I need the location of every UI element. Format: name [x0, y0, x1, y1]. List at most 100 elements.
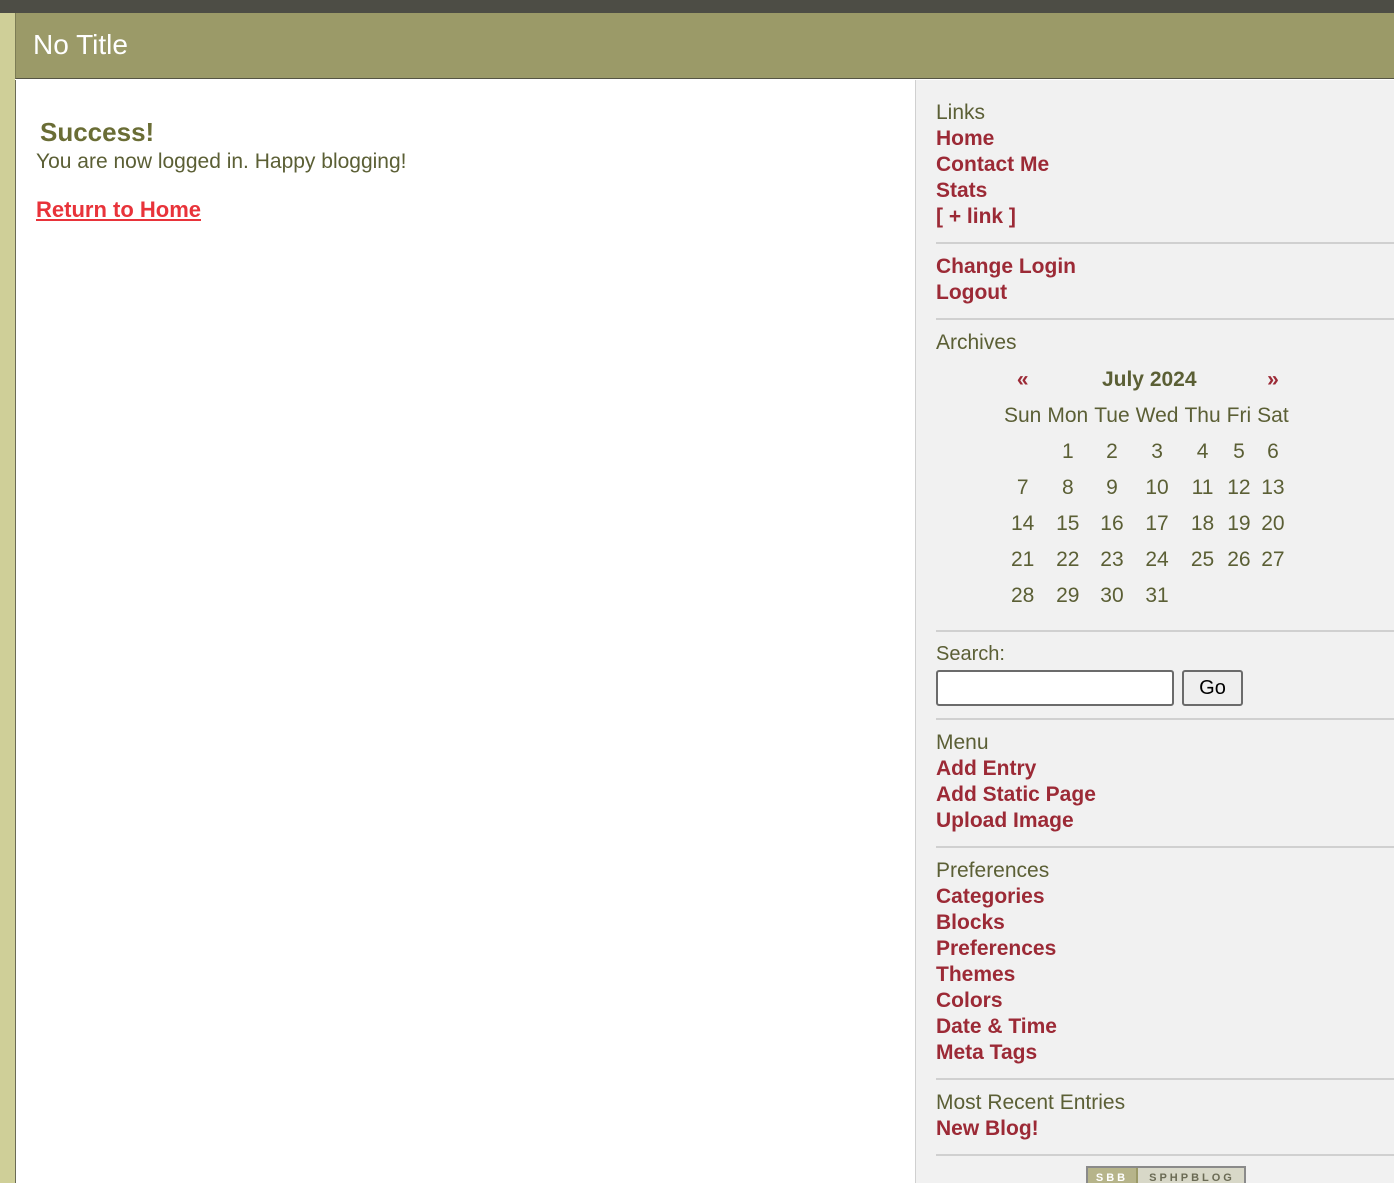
link-add-static-page[interactable]: Add Static Page: [936, 782, 1394, 808]
calendar-day: 28: [1011, 584, 1035, 607]
search-go-button[interactable]: Go: [1182, 670, 1243, 706]
calendar-week: 7 8 9 10 11 12 13: [1001, 470, 1292, 506]
success-message: You are now logged in. Happy blogging!: [36, 150, 407, 173]
link-categories[interactable]: Categories: [936, 884, 1394, 910]
link-add-entry[interactable]: Add Entry: [936, 756, 1394, 782]
calendar-day: 2: [1106, 440, 1118, 463]
calendar-week: 14 15 16 17 18 19 20: [1001, 506, 1292, 542]
links-block: Links Home Contact Me Stats [ + link ]: [936, 100, 1394, 230]
link-blocks[interactable]: Blocks: [936, 910, 1394, 936]
weekday-label: Wed: [1135, 404, 1179, 427]
success-heading: Success!: [40, 117, 155, 147]
link-recent-entry[interactable]: New Blog!: [936, 1116, 1394, 1142]
calendar-week: 28 29 30 31: [1001, 578, 1292, 614]
calendar-day: 31: [1145, 584, 1169, 607]
calendar-next-month[interactable]: »: [1254, 362, 1292, 398]
links-title: Links: [936, 101, 986, 124]
link-stats[interactable]: Stats: [936, 178, 1394, 204]
calendar-day: 9: [1106, 476, 1118, 499]
calendar-day: 22: [1056, 548, 1080, 571]
divider: [936, 1154, 1394, 1156]
return-home-link[interactable]: Return to Home: [36, 197, 201, 223]
top-bar: [0, 0, 1394, 13]
badge-left-text: SBB: [1088, 1168, 1136, 1183]
left-stripe: [0, 13, 15, 1183]
calendar-day: 23: [1100, 548, 1124, 571]
calendar-day: 20: [1261, 512, 1285, 535]
divider: [936, 242, 1394, 244]
weekday-label: Sun: [1004, 404, 1042, 427]
calendar-day: 24: [1145, 548, 1169, 571]
menu-block: Menu Add Entry Add Static Page Upload Im…: [936, 730, 1394, 834]
weekday-label: Tue: [1094, 404, 1130, 427]
sidebar: Links Home Contact Me Stats [ + link ] C…: [916, 80, 1394, 1183]
calendar-day: 3: [1151, 440, 1163, 463]
calendar-prev-month[interactable]: «: [1001, 362, 1044, 398]
archive-calendar: « July 2024 » Sun Mon Tue Wed Thu Fri Sa…: [1001, 362, 1292, 614]
page-title: No Title: [33, 29, 128, 60]
calendar-day: 13: [1261, 476, 1285, 499]
preferences-title: Preferences: [936, 859, 1050, 882]
calendar-day: 17: [1145, 512, 1169, 535]
recent-entries-title: Most Recent Entries: [936, 1091, 1126, 1114]
weekday-label: Thu: [1184, 404, 1221, 427]
link-meta-tags[interactable]: Meta Tags: [936, 1040, 1394, 1066]
link-date-time[interactable]: Date & Time: [936, 1014, 1394, 1040]
calendar-day: 14: [1011, 512, 1035, 535]
calendar-day: 16: [1100, 512, 1124, 535]
page-header: No Title: [15, 13, 1394, 79]
calendar-day: 27: [1261, 548, 1285, 571]
calendar-day: 29: [1056, 584, 1080, 607]
calendar-day: 10: [1145, 476, 1169, 499]
link-logout[interactable]: Logout: [936, 280, 1394, 306]
calendar-day: [1181, 578, 1223, 614]
calendar-day: 12: [1227, 476, 1251, 499]
weekday-label: Fri: [1226, 404, 1252, 427]
calendar-nav-row: « July 2024 »: [1001, 362, 1292, 398]
archives-block: Archives: [936, 330, 1394, 356]
calendar-day: 21: [1011, 548, 1035, 571]
calendar-day: 26: [1227, 548, 1251, 571]
calendar-day: [1254, 578, 1292, 614]
calendar-week: 21 22 23 24 25 26 27: [1001, 542, 1292, 578]
main-content: Success! You are now logged in. Happy bl…: [15, 80, 916, 1183]
divider: [936, 1078, 1394, 1080]
link-add-link[interactable]: [ + link ]: [936, 204, 1394, 230]
link-upload-image[interactable]: Upload Image: [936, 808, 1394, 834]
account-block: Change Login Logout: [936, 254, 1394, 306]
weekday-label: Mon: [1047, 404, 1089, 427]
calendar-day: 7: [1016, 476, 1029, 499]
calendar-day: 1: [1061, 440, 1074, 463]
link-themes[interactable]: Themes: [936, 962, 1394, 988]
calendar-day: 18: [1190, 512, 1215, 535]
search-label: Search:: [936, 643, 1005, 665]
divider: [936, 318, 1394, 320]
link-home[interactable]: Home: [936, 126, 1394, 152]
calendar-day: 30: [1100, 584, 1124, 607]
weekday-label: Sat: [1257, 404, 1289, 427]
calendar-week: 1 2 3 4 5 6: [1001, 434, 1292, 470]
link-change-login[interactable]: Change Login: [936, 254, 1394, 280]
calendar-month: July 2024: [1101, 368, 1197, 391]
recent-entries-block: Most Recent Entries New Blog!: [936, 1090, 1394, 1142]
calendar-day: 8: [1061, 476, 1074, 499]
calendar-day: 15: [1056, 512, 1080, 535]
link-contact-me[interactable]: Contact Me: [936, 152, 1394, 178]
link-preferences[interactable]: Preferences: [936, 936, 1394, 962]
calendar-day: 19: [1227, 512, 1251, 535]
divider: [936, 846, 1394, 848]
calendar-weekday-row: Sun Mon Tue Wed Thu Fri Sat: [1001, 398, 1292, 434]
search-block: Search: Go: [936, 643, 1394, 713]
menu-title: Menu: [936, 731, 989, 754]
calendar-day: [1224, 578, 1255, 614]
badge-right-text: SPHPBLOG: [1138, 1168, 1244, 1183]
calendar-day: [1001, 434, 1044, 470]
link-colors[interactable]: Colors: [936, 988, 1394, 1014]
sphpblog-badge[interactable]: SBB SPHPBLOG: [1086, 1166, 1246, 1183]
preferences-block: Preferences Categories Blocks Preference…: [936, 858, 1394, 1066]
calendar-day: 25: [1190, 548, 1215, 571]
archives-title: Archives: [936, 331, 1017, 354]
calendar-day: 4: [1196, 440, 1209, 463]
divider: [936, 630, 1394, 632]
search-input[interactable]: [936, 670, 1174, 706]
